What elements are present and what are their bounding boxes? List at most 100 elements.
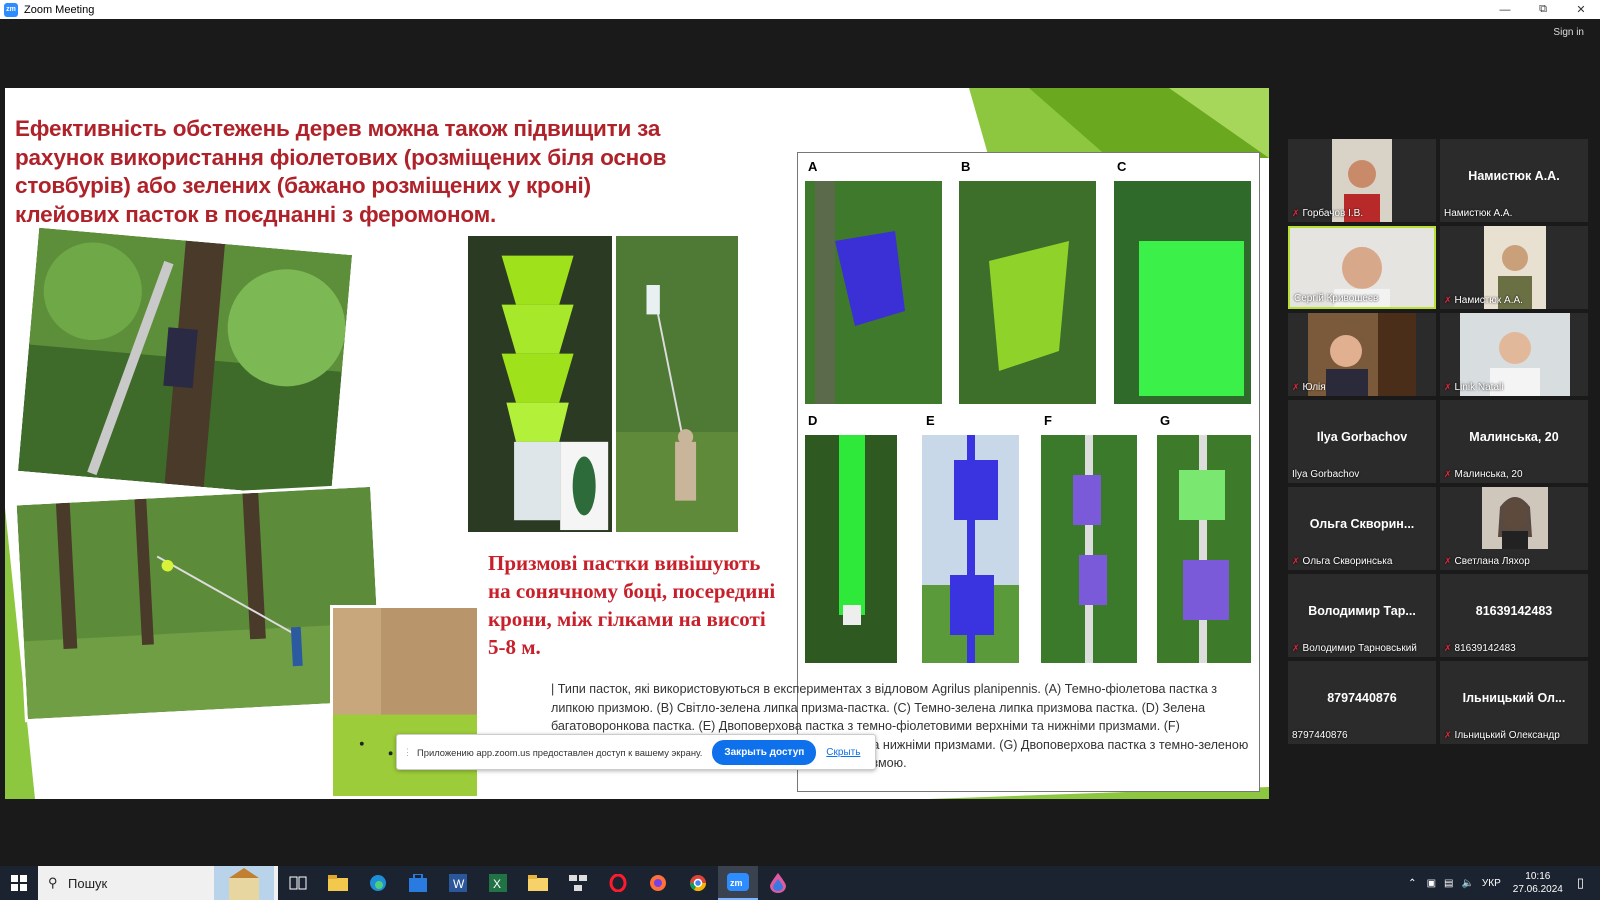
chrome-icon[interactable] <box>678 866 718 900</box>
search-highlight-image <box>214 866 274 900</box>
participant-tile[interactable]: Ільницький Ол... ✗ Ільницький Олександр <box>1440 661 1588 744</box>
participant-name: Намистюк А.А. <box>1444 207 1513 219</box>
photo-ladder-tree <box>14 224 356 502</box>
hide-notice-link[interactable]: Скрыть <box>826 747 860 758</box>
photo-funnel-trap <box>465 233 615 535</box>
participant-tile[interactable]: Ilya Gorbachov Ilya Gorbachov <box>1288 400 1436 483</box>
firefox-icon[interactable] <box>638 866 678 900</box>
trap-photo-f <box>1041 435 1137 663</box>
muted-mic-icon: ✗ <box>1292 555 1300 566</box>
participant-tile[interactable]: 8797440876 8797440876 <box>1288 661 1436 744</box>
minimize-icon[interactable]: — <box>1486 0 1524 19</box>
drag-handle-icon[interactable]: ⋮ <box>403 747 413 758</box>
muted-mic-icon: ✗ <box>1444 729 1452 740</box>
participant-name: 8797440876 <box>1292 729 1348 741</box>
slide-decoration-top <box>969 88 1269 158</box>
participant-name: Linik Natali <box>1454 381 1504 393</box>
system-tray: ⌃ ▣ ▤ 🔈 УКР 10:16 27.06.2024 ▯ <box>1408 866 1600 900</box>
figure-label-d: D <box>808 413 818 428</box>
muted-mic-icon: ✗ <box>1444 294 1452 305</box>
word-icon[interactable]: W <box>438 866 478 900</box>
muted-mic-icon: ✗ <box>1292 207 1300 218</box>
zoom-icon[interactable]: zm <box>718 866 758 900</box>
windows-start-icon[interactable] <box>0 866 38 900</box>
stop-sharing-button[interactable]: Закрыть доступ <box>712 739 817 765</box>
participant-tile[interactable]: Ольга Скворин... ✗ Ольга Скворинська <box>1288 487 1436 570</box>
figure-label-g: G <box>1160 413 1171 428</box>
svg-text:zm: zm <box>730 878 743 888</box>
trap-photo-a <box>805 181 942 404</box>
trap-photo-b <box>959 181 1096 404</box>
participant-tile[interactable]: ✗ Светлана Ляхор <box>1440 487 1588 570</box>
taskbar-clock[interactable]: 10:16 27.06.2024 <box>1513 870 1563 896</box>
svg-text:W: W <box>453 877 465 891</box>
participant-display-name: 81639142483 <box>1475 604 1553 618</box>
excel-icon[interactable]: X <box>478 866 518 900</box>
muted-mic-icon: ✗ <box>1444 381 1452 392</box>
search-placeholder: Пошук <box>68 875 108 891</box>
participant-tile[interactable]: 81639142483 ✗ 81639142483 <box>1440 574 1588 657</box>
figure-label-c: C <box>1117 159 1127 174</box>
trap-photo-e <box>922 435 1019 663</box>
participant-display-name: Ільницький Ол... <box>1462 691 1566 705</box>
svg-text:X: X <box>493 877 501 891</box>
participant-tile[interactable]: Малинська, 20 ✗ Малинська, 20 <box>1440 400 1588 483</box>
clock-time: 10:16 <box>1525 871 1551 882</box>
volume-icon[interactable]: 🔈 <box>1461 878 1473 889</box>
language-indicator[interactable]: УКР <box>1482 878 1501 889</box>
participant-name: Сергій Кривошеєв <box>1294 292 1379 304</box>
participant-avatar <box>1482 487 1548 549</box>
participant-name: Ольга Скворинська <box>1302 555 1393 567</box>
participant-name: Ільницький Олександр <box>1454 729 1560 741</box>
figure-label-a: A <box>808 159 818 174</box>
trap-photo-d <box>805 435 897 663</box>
participant-name: Володимир Тарновський <box>1302 642 1417 654</box>
network-icon[interactable]: ▤ <box>1444 878 1453 889</box>
participant-tile[interactable]: ✗ Linik Natali <box>1440 313 1588 396</box>
participant-name: Малинська, 20 <box>1454 468 1523 480</box>
photo-pole-installation <box>613 233 741 535</box>
task-view-icon[interactable] <box>278 866 318 900</box>
taskbar-search-box[interactable]: ⚲ Пошук <box>38 866 278 900</box>
participant-name: Светлана Ляхор <box>1454 555 1530 567</box>
participant-tile[interactable]: ✗ Намистюк А.А. <box>1440 226 1588 309</box>
window-titlebar: zm Zoom Meeting — ⧉ ✕ <box>0 0 1600 19</box>
chevron-up-icon[interactable]: ⌃ <box>1408 878 1416 889</box>
file-explorer-icon[interactable] <box>318 866 358 900</box>
participant-tile[interactable]: Намистюк А.А. Намистюк А.А. <box>1440 139 1588 222</box>
folder-icon[interactable] <box>518 866 558 900</box>
zoom-app-icon: zm <box>4 2 18 17</box>
screen-share-notice: ⋮ Приложению app.zoom.us предоставлен до… <box>396 734 876 770</box>
participant-tile[interactable]: Володимир Тар... ✗ Володимир Тарновський <box>1288 574 1436 657</box>
meet-now-icon[interactable]: ▣ <box>1427 878 1436 889</box>
participant-name: Горбачов І.В. <box>1302 207 1364 219</box>
close-icon[interactable]: ✕ <box>1562 0 1600 19</box>
prism-trap-note: Призмові пастки вивішують на сонячному б… <box>488 551 776 659</box>
muted-mic-icon: ✗ <box>1292 381 1300 392</box>
participant-name: Юлія <box>1302 381 1326 393</box>
clock-date: 27.06.2024 <box>1512 884 1563 895</box>
muted-mic-icon: ✗ <box>1444 642 1452 653</box>
participant-tile[interactable]: ✗ Юлія <box>1288 313 1436 396</box>
droplet-app-icon[interactable] <box>758 866 798 900</box>
network-app-icon[interactable] <box>558 866 598 900</box>
participant-tile[interactable]: ✗ Горбачов І.В. <box>1288 139 1436 222</box>
participant-tile-active-speaker[interactable]: Сергій Кривошеєв <box>1288 226 1436 309</box>
notifications-icon[interactable]: ▯ <box>1577 875 1584 891</box>
store-icon[interactable] <box>398 866 438 900</box>
figure-label-b: B <box>961 159 971 174</box>
participant-display-name: 8797440876 <box>1327 691 1397 705</box>
muted-mic-icon: ✗ <box>1444 468 1452 479</box>
windows-taskbar: ⚲ Пошук W X zm ⌃ ▣ ▤ 🔈 УКР 10:16 27.06.2… <box>0 866 1600 900</box>
restore-icon[interactable]: ⧉ <box>1524 0 1562 19</box>
photo-park-pole <box>13 483 385 723</box>
edge-icon[interactable] <box>358 866 398 900</box>
slide-heading: Ефективність обстежень дерев можна також… <box>15 116 667 227</box>
sign-in-link[interactable]: Sign in <box>1553 27 1584 38</box>
participant-display-name: Ольга Скворин... <box>1309 517 1415 531</box>
search-icon: ⚲ <box>48 875 58 890</box>
figure-label-f: F <box>1044 413 1052 428</box>
opera-icon[interactable] <box>598 866 638 900</box>
share-notice-message: Приложению app.zoom.us предоставлен дост… <box>417 746 703 758</box>
shared-screen-slide: Ефективність обстежень дерев можна також… <box>5 88 1269 799</box>
